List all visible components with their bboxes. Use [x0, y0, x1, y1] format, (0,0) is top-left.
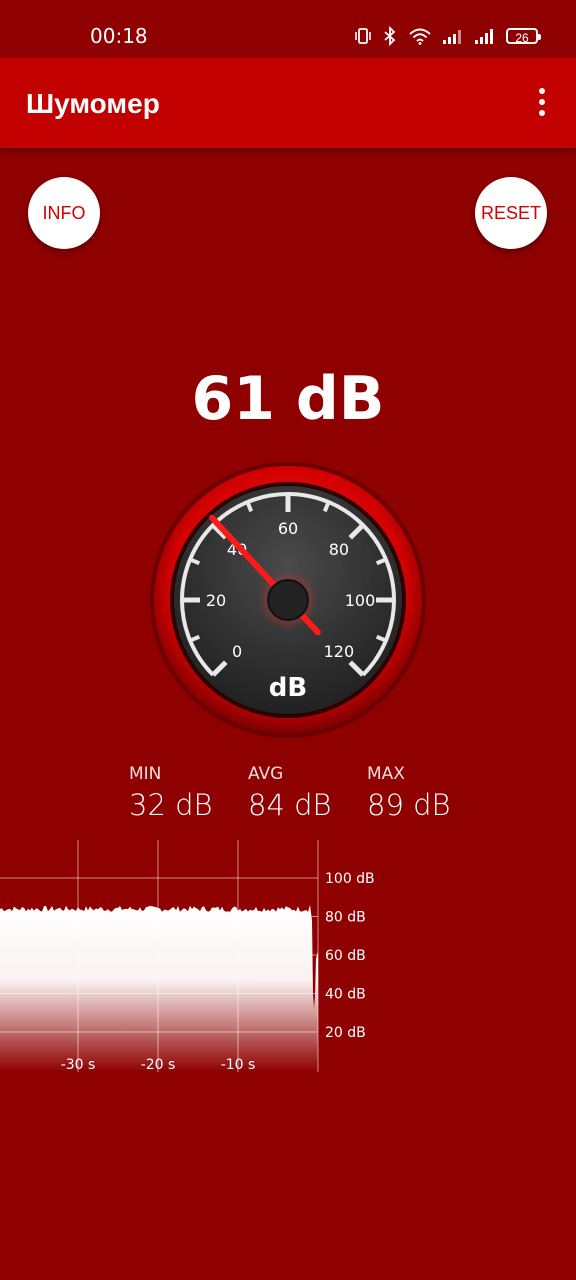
status-time: 00:18	[90, 24, 148, 48]
battery-icon: 26	[506, 28, 541, 45]
app-title: Шумомер	[26, 88, 160, 119]
wifi-icon	[409, 28, 431, 45]
more-vert-icon[interactable]	[532, 88, 552, 120]
bluetooth-icon	[384, 26, 396, 46]
gauge-label: 120	[324, 642, 355, 661]
min-label: MIN	[129, 764, 162, 784]
signal-icon	[475, 29, 493, 44]
max-label: MAX	[367, 764, 405, 784]
stat-min: MIN 32 dB	[129, 764, 213, 822]
max-value: 89 dB	[367, 788, 451, 822]
stat-max: MAX 89 dB	[367, 764, 451, 822]
avg-label: AVG	[248, 764, 284, 784]
graph-x-label: -30 s	[61, 1057, 96, 1073]
gauge-label: 60	[278, 519, 298, 538]
status-bar: 00:18 26	[0, 0, 576, 58]
graph-area	[0, 904, 318, 1072]
reset-button[interactable]: RESET	[475, 177, 547, 249]
graph-y-label: 40 dB	[325, 987, 366, 1003]
signal-icon	[443, 30, 461, 44]
status-icons: 26	[354, 24, 541, 48]
current-reading: 61 dB	[191, 364, 385, 434]
vibrate-icon	[355, 28, 371, 44]
gauge-label: 20	[206, 591, 226, 610]
gauge: 0 20 40 60 80 100 120 dB	[148, 460, 428, 740]
graph-y-label: 20 dB	[325, 1025, 366, 1041]
min-value: 32 dB	[129, 788, 213, 822]
gauge-label: 100	[345, 591, 376, 610]
graph-y-label: 80 dB	[325, 910, 366, 926]
graph-y-label: 60 dB	[325, 948, 366, 964]
info-button[interactable]: INFO	[28, 177, 100, 249]
gauge-label: 0	[232, 642, 242, 661]
history-graph: 100 dB 80 dB 60 dB 40 dB 20 dB -30 s -20 s -10…	[0, 840, 576, 1080]
needle-hub	[267, 579, 309, 621]
graph-y-label: 100 dB	[325, 871, 375, 887]
gauge-unit: dB	[269, 673, 307, 703]
graph-x-label: -20 s	[141, 1057, 176, 1073]
stat-avg: AVG 84 dB	[248, 764, 332, 822]
app-bar: Шумомер	[0, 58, 576, 148]
gauge-label: 80	[329, 540, 349, 559]
graph-x-label: -10 s	[221, 1057, 256, 1073]
avg-value: 84 dB	[248, 788, 332, 822]
